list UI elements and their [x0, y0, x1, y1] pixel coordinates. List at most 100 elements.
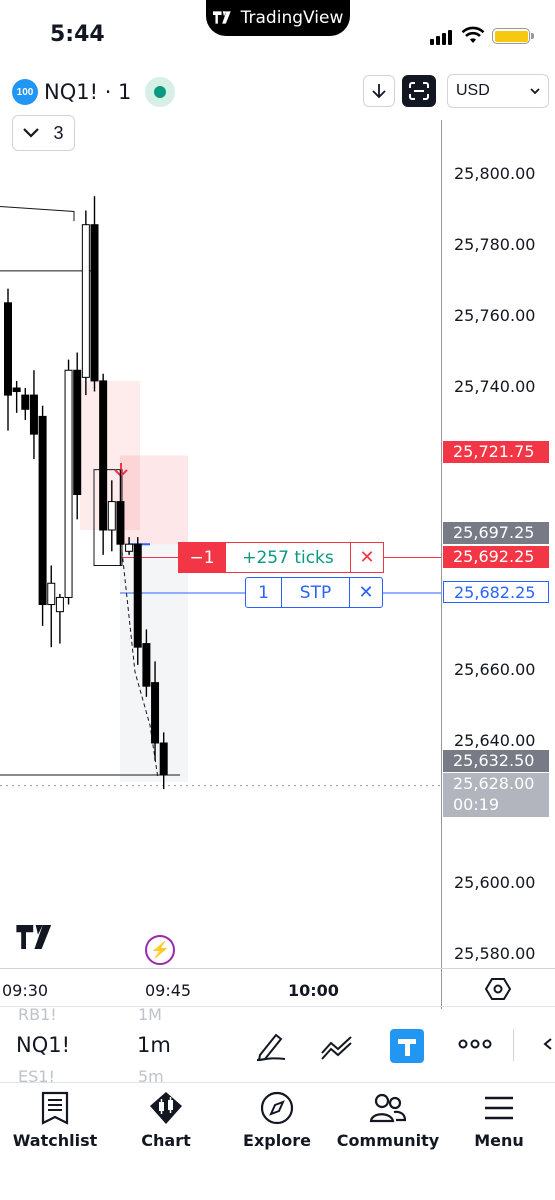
next-interval[interactable]: 5m [138, 1067, 164, 1082]
close-position-button[interactable]: ✕ [350, 542, 384, 573]
tab-label: Menu [474, 1131, 524, 1150]
price-tick: 25,760.00 [454, 306, 536, 325]
symbol-selector[interactable]: NQ1! [16, 1033, 70, 1057]
candle-body [29, 394, 38, 435]
high-marker-price-tag: 25,632.50 [443, 750, 549, 772]
lightning-icon[interactable]: ⚡ [145, 935, 175, 965]
symbol-title[interactable]: NQ1! · 1 [44, 80, 131, 104]
order-quantity[interactable]: 1 [246, 578, 282, 607]
trade-panel-icon[interactable] [390, 1029, 424, 1068]
tab-watchlist[interactable]: Watchlist [0, 1091, 110, 1150]
dynamic-island: TradingView [206, 0, 350, 36]
compass-icon [260, 1091, 294, 1125]
candle-body [99, 380, 108, 531]
stop-price-tag: 25,682.25 [443, 581, 549, 603]
fullscreen-button[interactable] [402, 75, 436, 107]
tab-label: Community [336, 1131, 440, 1150]
people-icon [370, 1093, 406, 1123]
tab-explore[interactable]: Explore [222, 1091, 332, 1150]
chart-toolbar: RB1! ES1! 1M 5m NQ1! 1m [0, 1006, 555, 1082]
chevron-down-icon [530, 87, 540, 94]
price-tick: 25,800.00 [454, 164, 536, 183]
chart-icon [150, 1092, 182, 1124]
previous-interval[interactable]: 1M [138, 1007, 162, 1024]
trend-line [0, 206, 75, 222]
island-brand: TradingView [240, 8, 344, 28]
price-axis-divider [441, 120, 442, 1006]
candle-body [38, 415, 47, 606]
time-axis[interactable]: 09:30 09:45 10:00 [0, 968, 555, 1009]
previous-price-tag: 25,697.25 [443, 522, 549, 544]
toolbar-divider [513, 1029, 514, 1061]
candle-body [151, 682, 160, 744]
position-price-tag: 25,692.25 [443, 546, 549, 568]
position-line[interactable]: −1 +257 ticks ✕ [178, 542, 384, 573]
tab-community[interactable]: Community [333, 1091, 443, 1150]
chart-settings-icon[interactable] [484, 977, 512, 1006]
arrow-down-icon [372, 84, 386, 99]
bottom-tab-bar: Watchlist Chart Explore Community Menu [0, 1082, 555, 1200]
price-tick: 25,600.00 [454, 873, 536, 892]
tradingview-watermark-icon [16, 925, 60, 954]
candle-body [12, 387, 21, 393]
interval-selector[interactable]: 1m [137, 1033, 171, 1057]
more-options-icon[interactable] [458, 1037, 492, 1055]
battery-icon [492, 28, 534, 44]
candle-body [4, 302, 12, 396]
stop-order-line[interactable]: 1 STP ✕ [245, 577, 383, 608]
wifi-icon [461, 26, 485, 49]
price-tick: 25,580.00 [454, 944, 536, 963]
candle-body [55, 596, 64, 613]
price-tick: 25,780.00 [454, 235, 536, 254]
collapse-arrow-icon[interactable] [542, 1037, 554, 1056]
candle-body [125, 543, 134, 552]
bar-countdown: 00:19 [453, 795, 500, 814]
candle-body [107, 501, 116, 531]
alert-price-tag: 25,721.75 [443, 441, 549, 463]
currency-select[interactable]: USD [447, 74, 549, 108]
time-label: 10:00 [288, 981, 339, 1000]
watchlist-icon [41, 1091, 69, 1125]
scroll-to-latest-button[interactable] [363, 75, 395, 107]
price-tick: 25,740.00 [454, 377, 536, 396]
tab-menu[interactable]: Menu [444, 1091, 554, 1150]
currency-value: USD [456, 82, 490, 99]
time-label: 09:30 [2, 981, 49, 1000]
nasdaq-100-badge-icon: 100 [12, 79, 38, 105]
candle-body [21, 394, 30, 410]
candle-body [73, 369, 82, 495]
last-price-value: 25,628.00 [453, 774, 535, 793]
indicators-icon[interactable] [320, 1029, 356, 1068]
position-pnl[interactable]: +257 ticks [226, 542, 350, 573]
axis-corner-divider [441, 969, 442, 1009]
tradingview-logo-icon [212, 9, 235, 28]
candle-body [159, 742, 168, 776]
cancel-order-button[interactable]: ✕ [350, 578, 382, 607]
tab-label: Explore [243, 1131, 311, 1150]
drawing-pen-icon[interactable] [254, 1029, 288, 1068]
candle-body [81, 224, 90, 378]
status-time: 5:44 [50, 22, 105, 47]
price-tick: 25,660.00 [454, 660, 536, 679]
candle-body [64, 369, 73, 598]
price-tick: 25,640.00 [454, 731, 536, 750]
candle-body [142, 643, 151, 687]
candle-body [90, 224, 99, 382]
candle-body [133, 543, 142, 648]
order-type[interactable]: STP [282, 578, 350, 607]
status-bar: 5:44 TradingView [0, 0, 555, 70]
tab-label: Chart [141, 1131, 191, 1150]
fullscreen-icon [409, 82, 429, 100]
tab-chart[interactable]: Chart [111, 1091, 221, 1150]
tab-label: Watchlist [12, 1131, 98, 1150]
reward-zone-shade [120, 544, 188, 783]
time-label: 09:45 [145, 981, 192, 1000]
symbol-header[interactable]: 100 NQ1! · 1 [12, 76, 176, 108]
next-symbol[interactable]: ES1! [18, 1067, 55, 1082]
previous-symbol[interactable]: RB1! [18, 1007, 57, 1024]
cellular-signal-icon [430, 30, 452, 45]
last-price-tag: 25,628.00 00:19 [443, 773, 549, 817]
market-open-status-icon [145, 77, 176, 107]
position-quantity[interactable]: −1 [178, 542, 226, 573]
candle-body [47, 582, 56, 606]
